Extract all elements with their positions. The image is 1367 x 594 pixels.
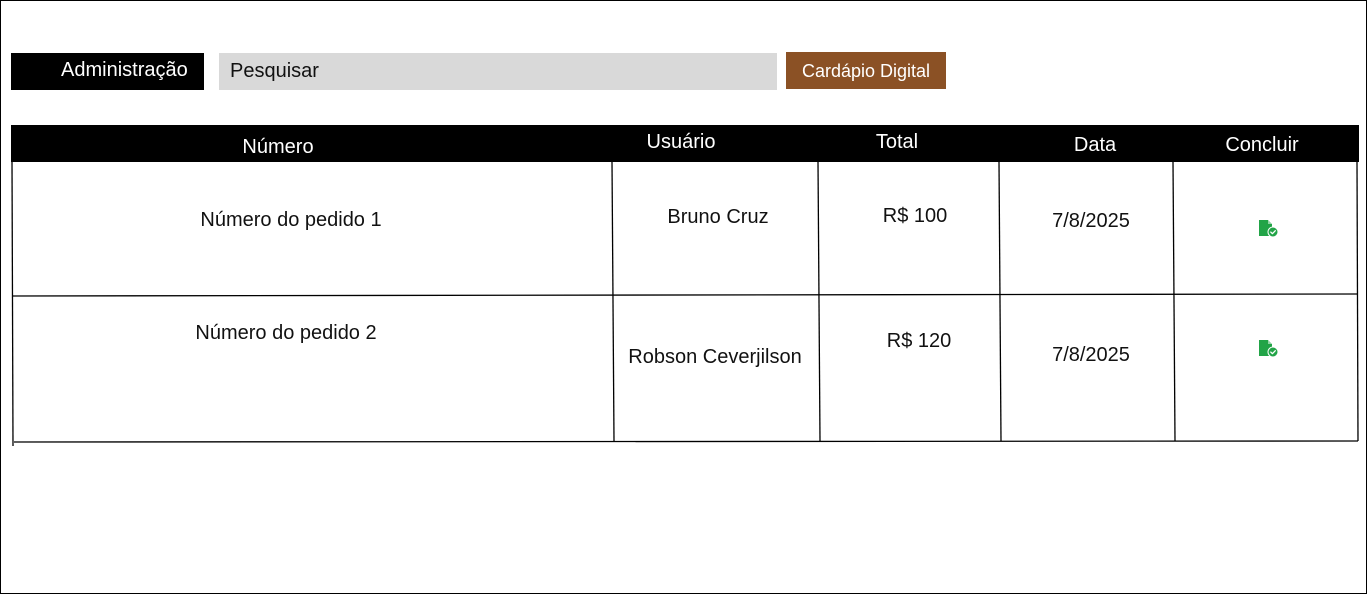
search-input[interactable] xyxy=(219,53,777,90)
orders-table-header: Número Usuário Total Data Concluir xyxy=(11,125,1359,162)
file-check-icon[interactable] xyxy=(1258,220,1280,240)
order-number-cell: Número do pedido 1 xyxy=(200,209,382,231)
user-cell: Bruno Cruz xyxy=(667,206,769,228)
digital-menu-button[interactable]: Cardápio Digital xyxy=(786,52,946,89)
order-number-cell: Número do pedido 2 xyxy=(195,322,377,344)
total-cell: R$ 100 xyxy=(882,205,948,227)
date-cell: 7/8/2025 xyxy=(1052,210,1130,232)
user-cell: Robson Ceverjilson xyxy=(628,346,802,368)
column-header-total: Total xyxy=(875,131,919,153)
column-header-data: Data xyxy=(1073,134,1117,156)
column-header-concluir: Concluir xyxy=(1225,134,1299,156)
admin-button[interactable]: Administração xyxy=(11,53,204,90)
total-cell: R$ 120 xyxy=(886,330,952,352)
file-check-icon[interactable] xyxy=(1258,340,1280,360)
column-header-numero: Número xyxy=(242,136,314,158)
date-cell: 7/8/2025 xyxy=(1052,344,1130,366)
column-header-usuario: Usuário xyxy=(646,131,716,153)
